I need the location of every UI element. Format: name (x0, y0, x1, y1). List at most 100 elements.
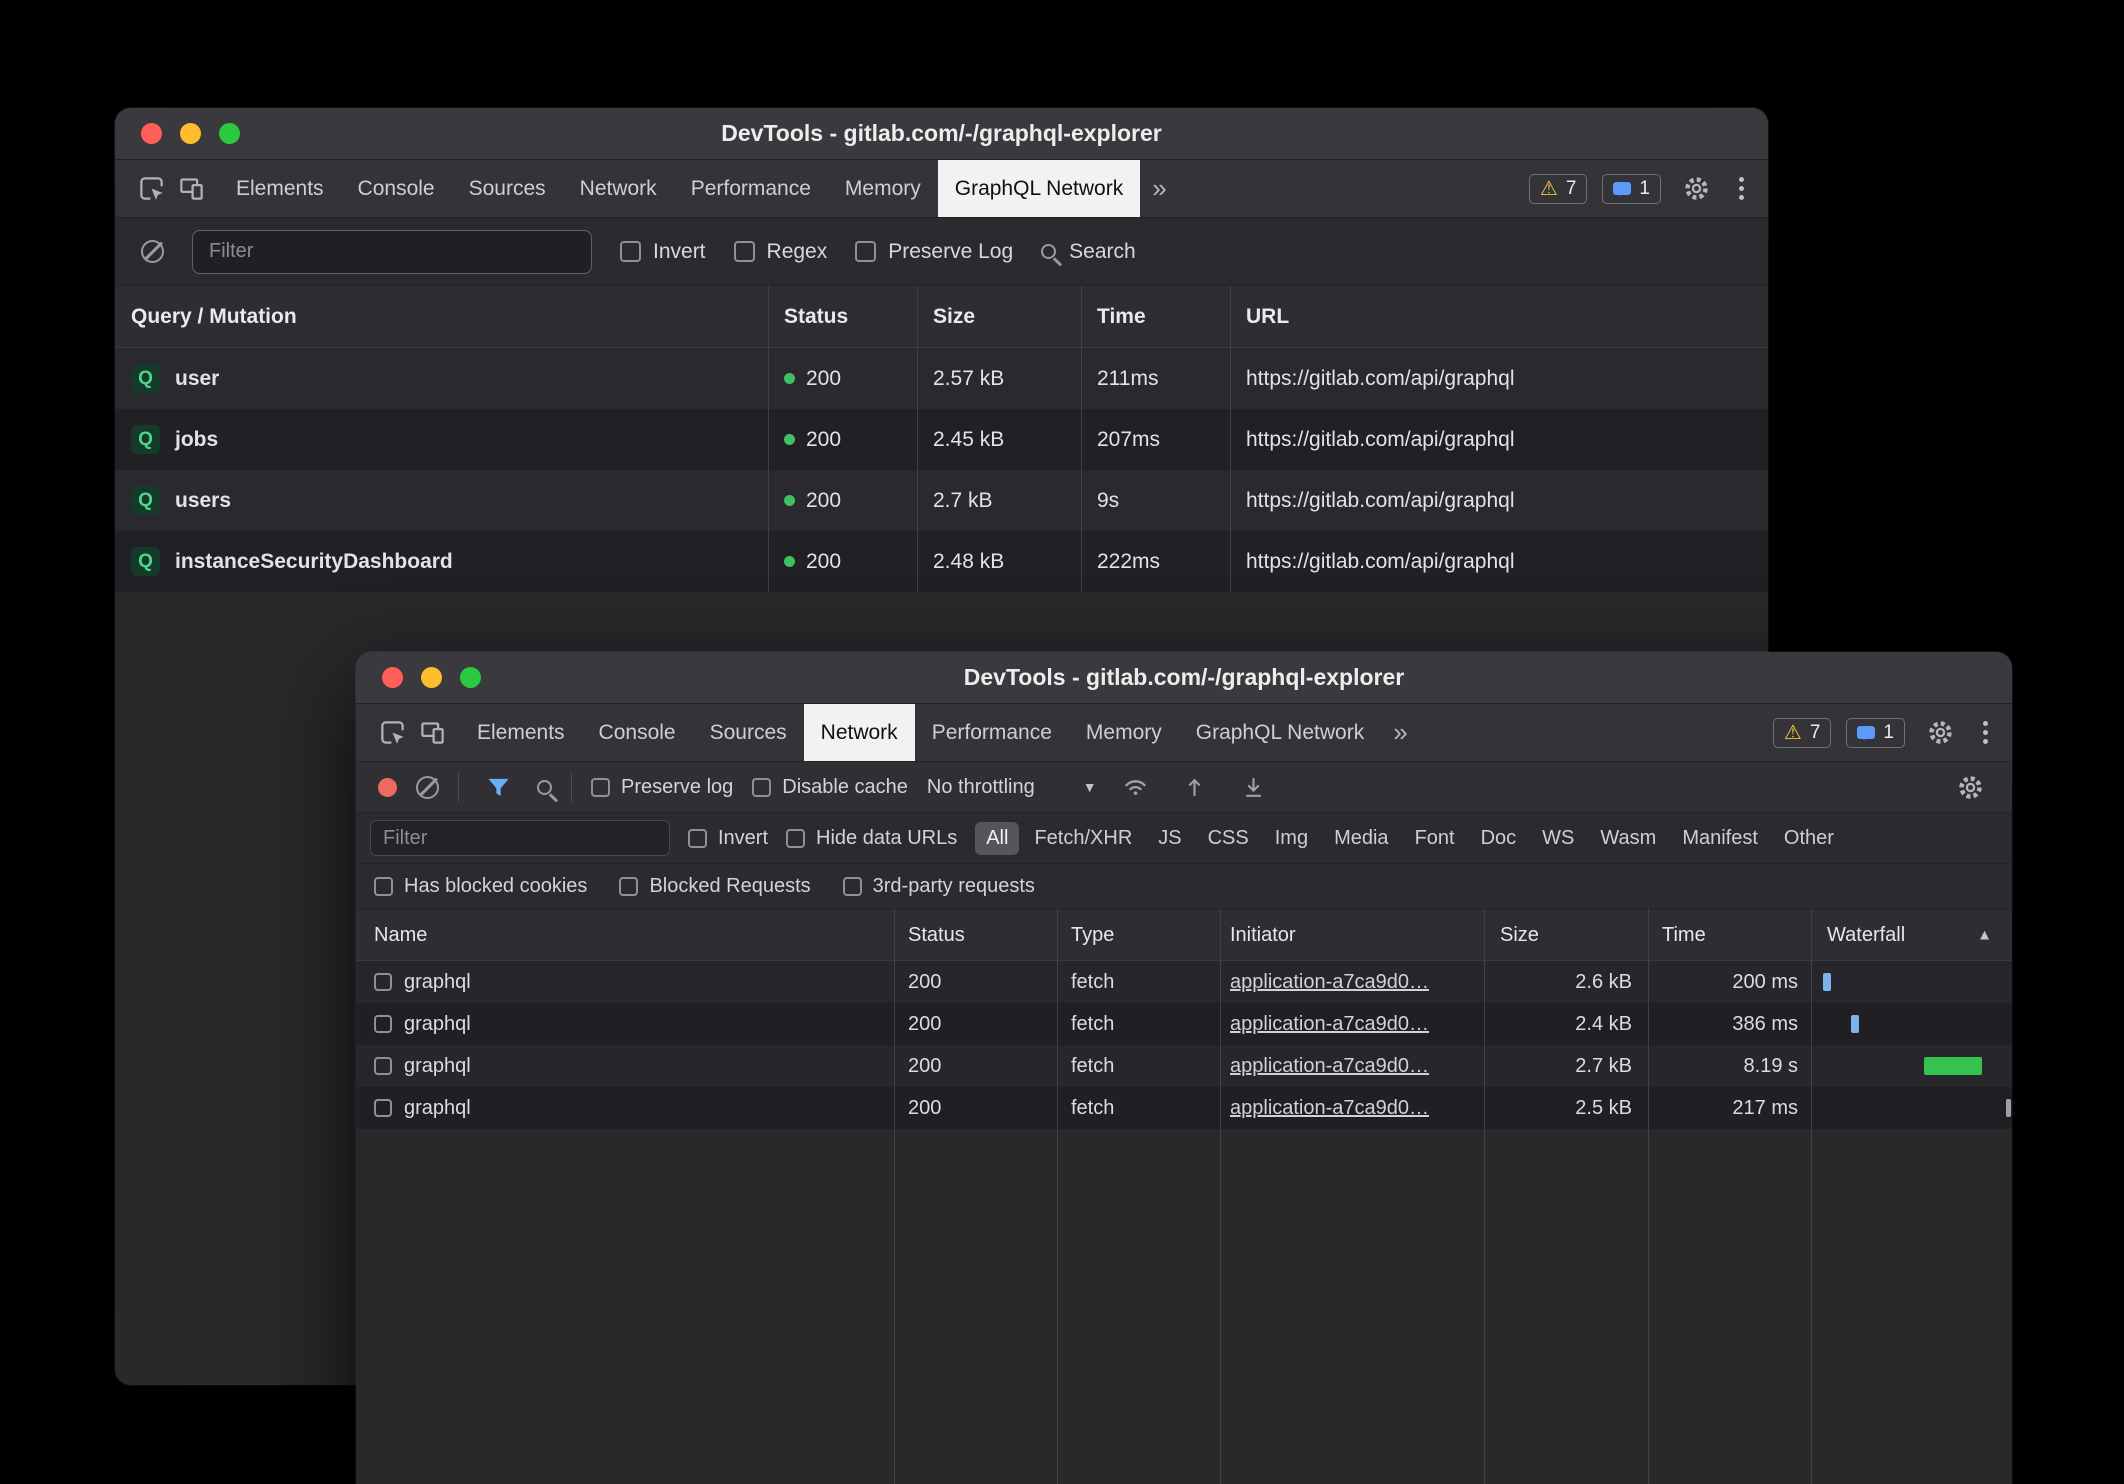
filter-funnel-icon[interactable] (478, 767, 518, 807)
more-tabs-icon[interactable]: » (1381, 717, 1419, 748)
column-header-status[interactable]: Status (768, 305, 917, 329)
request-row[interactable]: graphql 200 fetch application-a7ca9d0… 2… (356, 1045, 2012, 1087)
export-har-icon[interactable] (1234, 767, 1274, 807)
column-header-name[interactable]: Name (356, 924, 894, 947)
tab-sources[interactable]: Sources (693, 704, 804, 761)
tab-sources[interactable]: Sources (452, 160, 563, 217)
close-window-button[interactable] (382, 667, 403, 688)
minimize-window-button[interactable] (421, 667, 442, 688)
column-header-query-mutation[interactable]: Query / Mutation (115, 305, 768, 329)
request-row[interactable]: graphql 200 fetch application-a7ca9d0… 2… (356, 961, 2012, 1003)
filter-chip-doc[interactable]: Doc (1470, 822, 1528, 855)
preserve-log-checkbox[interactable]: Preserve Log (855, 240, 1013, 264)
table-row[interactable]: Qjobs 200 2.45 kB 207ms https://gitlab.c… (115, 409, 1768, 470)
settings-gear-icon[interactable] (1920, 713, 1960, 753)
inspect-element-icon[interactable] (372, 713, 412, 753)
has-blocked-cookies-checkbox[interactable]: Has blocked cookies (374, 875, 587, 898)
request-type: fetch (1057, 1013, 1220, 1036)
filter-chip-css[interactable]: CSS (1197, 822, 1260, 855)
row-checkbox[interactable] (374, 973, 392, 991)
inspect-element-icon[interactable] (131, 169, 171, 209)
import-har-icon[interactable] (1175, 767, 1215, 807)
device-toolbar-icon[interactable] (171, 169, 211, 209)
settings-gear-icon[interactable] (1676, 169, 1716, 209)
network-conditions-icon[interactable] (1116, 767, 1156, 807)
invert-checkbox[interactable]: Invert (688, 827, 768, 850)
row-checkbox[interactable] (374, 1015, 392, 1033)
filter-chip-other[interactable]: Other (1773, 822, 1845, 855)
throttling-select[interactable]: No throttling▼ (927, 776, 1097, 799)
filter-chip-all[interactable]: All (975, 822, 1019, 855)
disable-cache-checkbox[interactable]: Disable cache (752, 776, 908, 799)
more-options-icon[interactable] (1731, 173, 1752, 204)
filter-chip-wasm[interactable]: Wasm (1589, 822, 1667, 855)
filter-chip-ws[interactable]: WS (1531, 822, 1585, 855)
column-header-url[interactable]: URL (1230, 305, 1768, 329)
row-checkbox[interactable] (374, 1099, 392, 1117)
more-options-icon[interactable] (1975, 717, 1996, 748)
issues-badge[interactable]: ⚠7 (1773, 718, 1832, 748)
column-header-waterfall[interactable]: Waterfall▲ (1811, 910, 2012, 960)
regex-checkbox[interactable]: Regex (734, 240, 828, 264)
table-row[interactable]: QinstanceSecurityDashboard 200 2.48 kB 2… (115, 531, 1768, 592)
hide-data-urls-checkbox[interactable]: Hide data URLs (786, 827, 957, 850)
filter-input[interactable] (192, 230, 592, 274)
table-row[interactable]: Qusers 200 2.7 kB 9s https://gitlab.com/… (115, 470, 1768, 531)
record-network-log-button[interactable] (378, 778, 397, 797)
column-header-type[interactable]: Type (1057, 924, 1220, 947)
issues-badge[interactable]: ⚠7 (1529, 174, 1588, 204)
third-party-requests-checkbox[interactable]: 3rd-party requests (843, 875, 1035, 898)
tab-network[interactable]: Network (804, 704, 915, 761)
column-header-initiator[interactable]: Initiator (1220, 924, 1484, 947)
request-row[interactable]: graphql 200 fetch application-a7ca9d0… 2… (356, 1003, 2012, 1045)
column-header-size[interactable]: Size (1484, 924, 1648, 947)
tab-memory[interactable]: Memory (828, 160, 938, 217)
column-header-status[interactable]: Status (894, 924, 1057, 947)
filter-input[interactable] (370, 820, 670, 856)
row-checkbox[interactable] (374, 1057, 392, 1075)
zoom-window-button[interactable] (460, 667, 481, 688)
initiator-link[interactable]: application-a7ca9d0… (1230, 1013, 1429, 1035)
filter-chip-fetch-xhr[interactable]: Fetch/XHR (1023, 822, 1143, 855)
preserve-log-checkbox[interactable]: Preserve log (591, 776, 733, 799)
tab-network[interactable]: Network (563, 160, 674, 217)
device-toolbar-icon[interactable] (412, 713, 452, 753)
tab-console[interactable]: Console (582, 704, 693, 761)
tab-elements[interactable]: Elements (219, 160, 341, 217)
tab-elements[interactable]: Elements (460, 704, 582, 761)
initiator-link[interactable]: application-a7ca9d0… (1230, 1097, 1429, 1119)
tab-performance[interactable]: Performance (674, 160, 828, 217)
network-settings-gear-icon[interactable] (1950, 767, 1990, 807)
column-header-time[interactable]: Time (1648, 924, 1811, 947)
initiator-link[interactable]: application-a7ca9d0… (1230, 971, 1429, 993)
console-messages-badge[interactable]: 1 (1846, 718, 1905, 748)
filter-chip-media[interactable]: Media (1323, 822, 1399, 855)
search-icon[interactable] (537, 780, 552, 795)
filter-chip-js[interactable]: JS (1147, 822, 1192, 855)
table-row[interactable]: Quser 200 2.57 kB 211ms https://gitlab.c… (115, 348, 1768, 409)
tab-graphql-network[interactable]: GraphQL Network (1179, 704, 1381, 761)
blocked-requests-checkbox[interactable]: Blocked Requests (619, 875, 810, 898)
filter-chip-img[interactable]: Img (1264, 822, 1319, 855)
clear-network-log-icon[interactable] (416, 776, 439, 799)
initiator-link[interactable]: application-a7ca9d0… (1230, 1055, 1429, 1077)
tab-graphql-network[interactable]: GraphQL Network (938, 160, 1140, 217)
filter-chip-font[interactable]: Font (1404, 822, 1466, 855)
tab-console[interactable]: Console (341, 160, 452, 217)
console-messages-badge[interactable]: 1 (1602, 174, 1661, 204)
column-header-size[interactable]: Size (917, 305, 1081, 329)
filter-chip-manifest[interactable]: Manifest (1671, 822, 1769, 855)
more-tabs-icon[interactable]: » (1140, 173, 1178, 204)
invert-checkbox[interactable]: Invert (620, 240, 706, 264)
tab-memory[interactable]: Memory (1069, 704, 1179, 761)
tab-performance[interactable]: Performance (915, 704, 1069, 761)
clear-icon[interactable] (141, 240, 164, 263)
search-button[interactable]: Search (1041, 240, 1136, 264)
request-row[interactable]: graphql 200 fetch application-a7ca9d0… 2… (356, 1087, 2012, 1129)
close-window-button[interactable] (141, 123, 162, 144)
minimize-window-button[interactable] (180, 123, 201, 144)
zoom-window-button[interactable] (219, 123, 240, 144)
column-header-time[interactable]: Time (1081, 305, 1230, 329)
titlebar: DevTools - gitlab.com/-/graphql-explorer (115, 108, 1768, 160)
graphql-filter-bar: Invert Regex Preserve Log Search (115, 218, 1768, 286)
